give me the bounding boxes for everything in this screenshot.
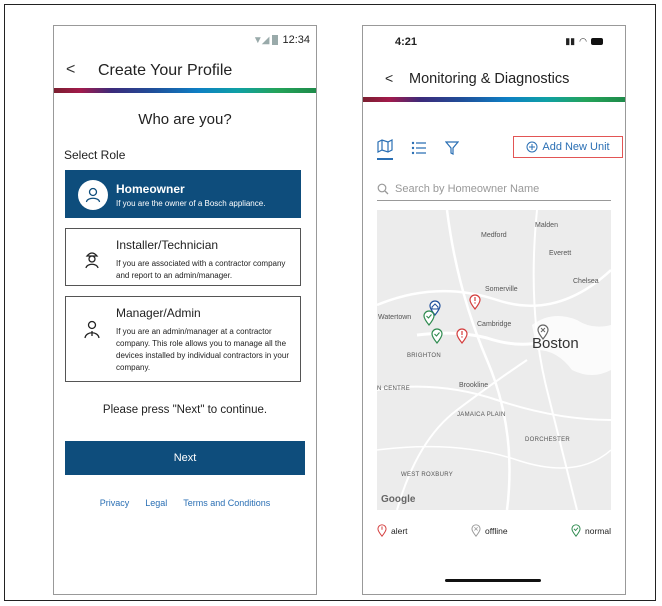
legend-label: normal [585,525,611,536]
legend-item-normal: normal [571,524,611,537]
technician-icon [78,245,106,273]
role-description: If you are the owner of a Bosch applianc… [116,199,266,208]
brand-stripe [363,97,625,102]
legend-item-offline: offline [471,524,508,537]
search-bar[interactable]: Search by Homeowner Name [377,178,611,201]
offline-pin-icon[interactable] [537,324,549,340]
map-label: Medford [481,232,507,239]
map-label: Everett [549,250,572,257]
role-option-manager[interactable]: Manager/Admin If you are an admin/manage… [65,296,301,382]
map-label: JAMAICA PLAIN [457,412,506,418]
terms-link[interactable]: Terms and Conditions [183,498,270,508]
list-icon[interactable] [411,141,427,158]
map-label: Somerville [485,286,518,293]
question-heading: Who are you? [138,111,232,128]
filter-icon[interactable] [444,141,460,158]
back-button[interactable]: < [66,61,75,79]
role-option-installer[interactable]: Installer/Technician If you are associat… [65,228,301,286]
legend-label: offline [485,525,508,536]
header: < Create Your Profile [54,61,316,81]
role-title: Manager/Admin [116,306,201,320]
home-indicator[interactable] [445,579,541,582]
legal-link[interactable]: Legal [145,498,167,508]
status-icons: ▮▮ ◠ [565,36,603,47]
google-logo: Google [381,494,416,505]
role-title: Installer/Technician [116,238,219,252]
map-view[interactable]: Malden Medford Everett Somerville Chelse… [377,210,611,510]
view-toolbar [377,139,460,160]
monitoring-screen: 4:21 ▮▮ ◠ < Monitoring & Diagnostics Add… [362,25,626,595]
status-time: 12:34 [282,34,310,46]
privacy-link[interactable]: Privacy [100,498,130,508]
page-title: Create Your Profile [98,62,233,79]
manager-icon [78,315,106,343]
map-icon[interactable] [377,139,393,160]
map-legend: alert offline normal [377,524,611,537]
alert-pin-icon [377,524,387,537]
add-new-unit-button[interactable]: Add New Unit [513,136,623,158]
battery-icon [272,35,279,45]
search-placeholder: Search by Homeowner Name [395,183,540,195]
status-time: 4:21 [395,36,418,48]
map-label: N CENTRE [377,386,411,392]
map-label: Malden [535,222,558,229]
wifi-icon: ◠ [579,36,587,46]
next-button[interactable]: Next [65,441,305,475]
offline-pin-icon [471,524,481,537]
normal-pin-icon [571,524,581,537]
back-button[interactable]: < [385,70,393,86]
select-role-label: Select Role [64,148,126,162]
plus-circle-icon [526,141,538,153]
map-label: Watertown [378,314,412,321]
alert-pin-icon[interactable] [469,294,481,310]
role-title: Homeowner [116,182,185,196]
role-option-homeowner[interactable]: Homeowner If you are the owner of a Bosc… [65,170,301,218]
map-label: Brookline [459,382,489,389]
role-description: If you are associated with a contractor … [116,259,286,280]
map-label: BRIGHTON [407,353,441,359]
map-label: WEST ROXBURY [401,472,454,478]
status-bar: ▼◢ 12:34 [253,34,310,46]
alert-pin-icon[interactable] [456,328,468,344]
signal-icon: ▼◢ [252,34,270,46]
normal-pin-icon[interactable] [423,310,435,326]
person-icon [78,180,108,210]
add-unit-label: Add New Unit [542,141,610,153]
role-description: If you are an admin/manager at a contrac… [116,327,289,372]
instruction-text: Please press "Next" to continue. [102,404,268,416]
signal-icon: ▮▮ [565,36,576,46]
map-label: Cambridge [477,321,512,328]
brand-stripe [54,88,316,93]
page-title: Monitoring & Diagnostics [409,71,570,87]
map-label: Chelsea [573,278,599,285]
legend-item-alert: alert [377,524,408,537]
legend-label: alert [391,525,408,536]
map-roads [377,210,611,510]
normal-pin-icon[interactable] [431,328,443,344]
map-label: DORCHESTER [525,437,571,443]
footer-links: Privacy Legal Terms and Conditions [54,498,316,508]
battery-icon [591,38,603,45]
search-icon [377,183,389,195]
create-profile-screen: ▼◢ 12:34 < Create Your Profile Who are y… [53,25,317,595]
